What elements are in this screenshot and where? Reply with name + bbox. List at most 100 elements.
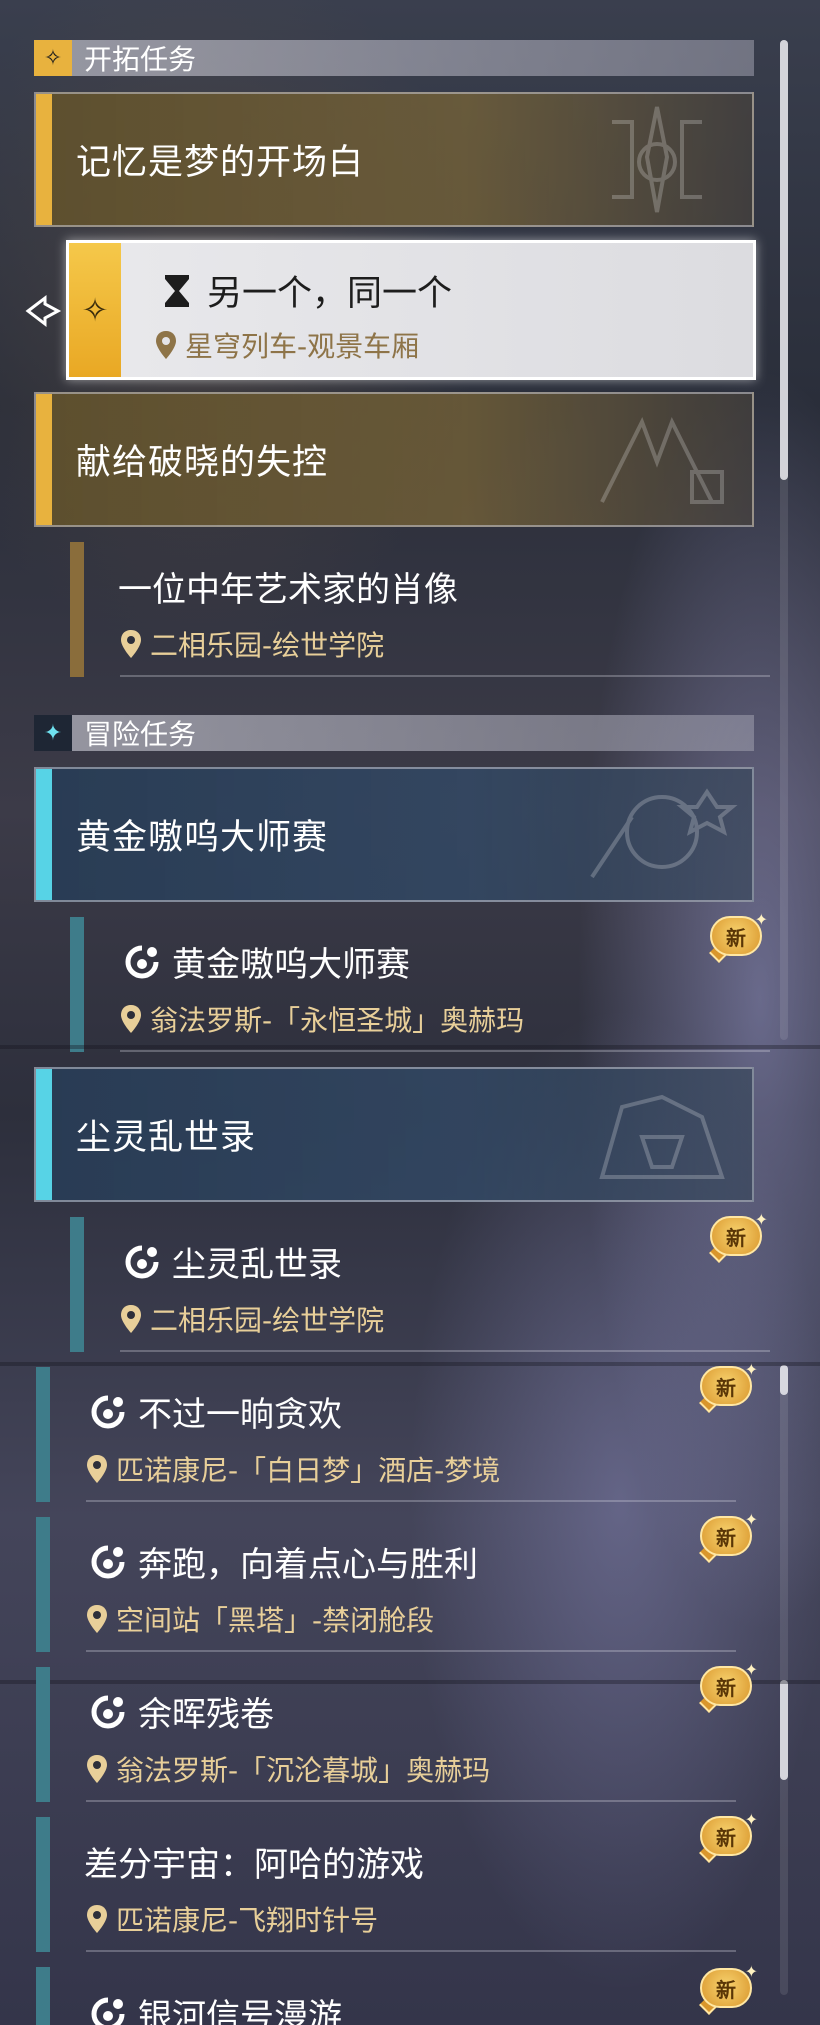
quest-accent-bar xyxy=(70,917,84,1052)
group-accent-bar xyxy=(36,394,52,525)
new-badge: 新 ✦ xyxy=(706,910,768,963)
map-pin-icon xyxy=(121,630,141,658)
quest-item[interactable]: 一位中年艺术家的肖像 二相乐园-绘世学院 xyxy=(70,542,770,677)
new-badge: 新 ✦ xyxy=(696,1962,758,2015)
trailblaze-section-header: ✧ 开拓任务 xyxy=(34,40,754,76)
selected-quest-location: 星穹列车-观景车厢 xyxy=(185,330,420,363)
group-card-dawn[interactable]: 献给破晓的失控 xyxy=(34,392,754,527)
quest-title: 一位中年艺术家的肖像 xyxy=(118,570,458,610)
group-card-memory[interactable]: 记忆是梦的开场白 xyxy=(34,92,754,227)
quest-item[interactable]: 尘灵乱世录 二相乐园-绘世学院 xyxy=(70,1217,770,1352)
group-accent-bar xyxy=(36,1069,52,1200)
map-pin-icon xyxy=(87,1755,107,1783)
quest-location: 翁法罗斯-「永恒圣城」奥赫玛 xyxy=(150,1004,525,1037)
selected-quest-card[interactable]: ✧ 另一个，同一个 星穹列车-观景车厢 xyxy=(66,240,756,380)
new-badge: 新 ✦ xyxy=(696,1510,758,1563)
trailblaze-diamond-icon: ✧ xyxy=(81,291,109,329)
quest-accent-bar xyxy=(36,1667,50,1802)
quest-title: 差分宇宙：阿哈的游戏 xyxy=(84,1845,424,1885)
quest-accent-bar xyxy=(36,1367,50,1502)
quest-item[interactable]: 不过一晌贪欢 匹诺康尼-「白日梦」酒店-梦境 xyxy=(36,1367,736,1502)
section-title: 开拓任务 xyxy=(84,43,197,76)
group-emblem-icon xyxy=(612,106,702,213)
new-badge: 新 ✦ xyxy=(706,1210,768,1263)
quest-accent-bar xyxy=(70,542,84,677)
quest-item[interactable]: 奔跑，向着点心与胜利 空间站「黑塔」-禁闭舱段 xyxy=(36,1517,736,1652)
adventure-section-header: ✦ 冒险任务 xyxy=(34,715,754,751)
group-title: 黄金嗷呜大师赛 xyxy=(76,818,329,858)
map-pin-icon xyxy=(121,1305,141,1333)
group-card-dust[interactable]: 尘灵乱世录 xyxy=(34,1067,754,1202)
group-title: 记忆是梦的开场白 xyxy=(76,143,365,183)
group-emblem-icon xyxy=(599,1094,725,1179)
quest-accent-bar xyxy=(36,1967,50,2025)
quest-location-row: 匹诺康尼-飞翔时针号 xyxy=(86,1899,378,1939)
quest-divider xyxy=(86,1500,736,1502)
selected-quest-title: 另一个，同一个 xyxy=(207,274,453,314)
scrollbar-thumb-bottom[interactable] xyxy=(780,1680,788,1780)
map-pin-icon xyxy=(87,1905,107,1933)
new-badge: 新 ✦ xyxy=(696,1660,758,1713)
map-pin-icon xyxy=(121,1005,141,1033)
quest-title: 银河信号漫游 xyxy=(138,1997,342,2025)
group-title: 尘灵乱世录 xyxy=(76,1118,257,1158)
quest-title-row: 银河信号漫游 xyxy=(86,1989,342,2025)
quest-location-row: 空间站「黑塔」-禁闭舱段 xyxy=(86,1599,434,1639)
hourglass-icon xyxy=(155,273,199,309)
quest-title-row: 尘灵乱世录 xyxy=(120,1237,342,1286)
quest-location: 二相乐园-绘世学院 xyxy=(150,629,385,662)
new-badge: 新 ✦ xyxy=(696,1810,758,1863)
scrollbar-thumb[interactable] xyxy=(780,40,788,480)
selected-quest-title-row: 另一个，同一个 xyxy=(155,265,452,316)
quest-title-row: 奔跑，向着点心与胜利 xyxy=(86,1537,478,1586)
quest-accent-bar xyxy=(36,1817,50,1952)
adventure-star-icon: ✦ xyxy=(34,715,72,751)
quest-location-row: 二相乐园-绘世学院 xyxy=(120,1299,384,1339)
scrollbar-thumb-lower[interactable] xyxy=(780,1365,788,1395)
quest-item[interactable]: 余晖残卷 翁法罗斯-「沉沦暮城」奥赫玛 xyxy=(36,1667,736,1802)
adventure-swirl-icon xyxy=(86,1994,130,2025)
quest-title-row: 差分宇宙：阿哈的游戏 xyxy=(84,1837,424,1886)
quest-location-row: 翁法罗斯-「永恒圣城」奥赫玛 xyxy=(120,999,524,1039)
quest-title-row: 一位中年艺术家的肖像 xyxy=(118,562,458,611)
section-title: 冒险任务 xyxy=(84,718,197,751)
adventure-swirl-icon xyxy=(120,1242,164,1282)
group-card-golden-awoo[interactable]: 黄金嗷呜大师赛 xyxy=(34,767,754,902)
map-pin-icon xyxy=(156,331,176,359)
quest-title: 奔跑，向着点心与胜利 xyxy=(138,1545,478,1585)
quest-divider xyxy=(86,1800,736,1802)
quest-item[interactable]: 黄金嗷呜大师赛 翁法罗斯-「永恒圣城」奥赫玛 xyxy=(70,917,770,1052)
selected-quest-strip: ✧ xyxy=(69,243,121,377)
group-accent-bar xyxy=(36,769,52,900)
screenshot-seam xyxy=(0,1045,820,1049)
map-pin-icon xyxy=(87,1455,107,1483)
quest-title-row: 黄金嗷呜大师赛 xyxy=(120,937,410,986)
adventure-swirl-icon xyxy=(86,1692,130,1732)
adventure-swirl-icon xyxy=(86,1542,130,1582)
quest-location: 空间站「黑塔」-禁闭舱段 xyxy=(116,1604,435,1637)
group-accent-bar xyxy=(36,94,52,225)
quest-location-row: 匹诺康尼-「白日梦」酒店-梦境 xyxy=(86,1449,500,1489)
quest-item-partial[interactable]: 银河信号漫游 xyxy=(36,1967,736,2025)
quest-divider xyxy=(120,1050,770,1052)
quest-title: 不过一晌贪欢 xyxy=(138,1395,342,1435)
quest-title: 尘灵乱世录 xyxy=(172,1245,342,1285)
quest-title: 黄金嗷呜大师赛 xyxy=(172,945,410,985)
group-title: 献给破晓的失控 xyxy=(76,443,329,483)
quest-location: 二相乐园-绘世学院 xyxy=(150,1304,385,1337)
quest-title-row: 不过一晌贪欢 xyxy=(86,1387,342,1436)
adventure-swirl-icon xyxy=(86,1392,130,1432)
new-badge: 新 ✦ xyxy=(696,1360,758,1413)
map-pin-icon xyxy=(87,1605,107,1633)
quest-accent-bar xyxy=(36,1517,50,1652)
group-emblem-icon xyxy=(590,788,738,879)
selected-quest-location-row: 星穹列车-观景车厢 xyxy=(155,325,419,365)
quest-location-row: 二相乐园-绘世学院 xyxy=(120,624,384,664)
quest-title-row: 余晖残卷 xyxy=(86,1687,274,1736)
quest-location: 匹诺康尼-飞翔时针号 xyxy=(116,1904,379,1937)
quest-divider xyxy=(86,1950,736,1952)
quest-item[interactable]: 差分宇宙：阿哈的游戏 匹诺康尼-飞翔时针号 xyxy=(36,1817,736,1952)
adventure-swirl-icon xyxy=(120,942,164,982)
quest-divider xyxy=(120,675,770,677)
quest-accent-bar xyxy=(70,1217,84,1352)
